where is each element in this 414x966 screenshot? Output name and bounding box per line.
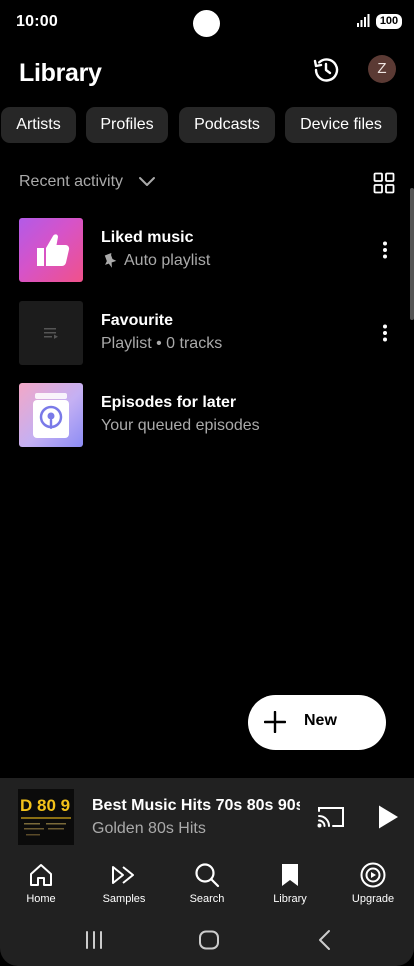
- pin-icon: [104, 253, 117, 268]
- screen: 10:00 100 Library Z Artists Profiles Pod…: [0, 0, 414, 966]
- grid-view-icon[interactable]: [373, 172, 395, 194]
- scrollbar[interactable]: [410, 188, 414, 320]
- battery-indicator: 100: [376, 14, 402, 29]
- avatar[interactable]: Z: [368, 55, 396, 83]
- playlist-icon: [44, 328, 58, 339]
- library-header: Library Z: [0, 52, 414, 96]
- home-button-icon[interactable]: [197, 928, 221, 952]
- list-item-liked-music[interactable]: Liked music Auto playlist: [0, 218, 414, 282]
- player-track-title: Best Music Hits 70s 80s 90s: [92, 797, 300, 814]
- list-item-favourite[interactable]: Favourite Playlist • 0 tracks: [0, 301, 414, 365]
- mini-player[interactable]: D 80 9 Best Music Hits 70s 80s 90s Golde…: [0, 778, 414, 855]
- album-art-text: D 80 9: [20, 796, 70, 815]
- nav-samples[interactable]: Samples: [83, 861, 165, 913]
- item-title: Liked music: [101, 229, 194, 246]
- nav-upgrade-label: Upgrade: [351, 893, 395, 905]
- samples-icon: [112, 866, 134, 884]
- page-title: Library: [19, 59, 102, 87]
- favourite-thumbnail: [19, 301, 83, 365]
- item-subtitle: Playlist • 0 tracks: [101, 335, 223, 352]
- player-track-subtitle: Golden 80s Hits: [92, 820, 206, 837]
- upgrade-icon: [360, 862, 386, 888]
- back-icon[interactable]: [313, 928, 337, 952]
- sort-label: Recent activity: [19, 173, 124, 190]
- plus-icon: [264, 711, 286, 733]
- status-time: 10:00: [16, 13, 58, 30]
- system-nav-bar: [0, 915, 414, 966]
- nav-search[interactable]: Search: [166, 861, 248, 913]
- camera-cutout: [193, 10, 220, 37]
- list-item-episodes-for-later[interactable]: Episodes for later Your queued episodes: [0, 383, 414, 447]
- sort-dropdown[interactable]: Recent activity: [19, 168, 155, 196]
- status-bar: 10:00 100: [0, 0, 414, 46]
- chevron-down-icon: [139, 177, 155, 186]
- bottom-nav: Home Samples Search Library Upgrade: [0, 855, 414, 915]
- play-icon[interactable]: [376, 804, 400, 830]
- thumbs-up-icon: [37, 234, 70, 266]
- nav-search-label: Search: [189, 893, 225, 905]
- nav-upgrade[interactable]: Upgrade: [332, 861, 414, 913]
- item-subtitle: Auto playlist: [124, 252, 211, 269]
- item-title: Favourite: [101, 312, 174, 329]
- item-subtitle: Your queued episodes: [101, 417, 260, 434]
- signal-icon: [357, 14, 370, 27]
- recent-apps-icon[interactable]: [82, 928, 106, 952]
- new-button[interactable]: New: [248, 695, 386, 750]
- chip-podcasts[interactable]: Podcasts: [179, 107, 275, 143]
- album-art: D 80 9: [18, 789, 74, 845]
- chip-artists[interactable]: Artists: [1, 107, 76, 143]
- episodes-thumbnail: [19, 383, 83, 447]
- search-icon: [195, 863, 220, 888]
- more-vert-icon[interactable]: [375, 240, 395, 260]
- history-icon[interactable]: [311, 55, 341, 85]
- new-button-label: New: [304, 712, 337, 729]
- item-title: Episodes for later: [101, 394, 237, 411]
- nav-library-label: Library: [273, 893, 307, 905]
- more-vert-icon[interactable]: [375, 323, 395, 343]
- nav-home[interactable]: Home: [0, 861, 82, 913]
- album-art-image: D 80 9: [18, 789, 74, 845]
- library-icon: [282, 864, 298, 886]
- liked-music-thumbnail: [19, 218, 83, 282]
- nav-home-label: Home: [26, 893, 56, 905]
- cast-icon[interactable]: [317, 805, 345, 829]
- nav-samples-label: Samples: [102, 893, 146, 905]
- chip-profiles[interactable]: Profiles: [86, 107, 168, 143]
- home-icon: [30, 864, 52, 886]
- nav-library[interactable]: Library: [249, 861, 331, 913]
- chip-device-files[interactable]: Device files: [285, 107, 397, 143]
- podcast-icon: [33, 393, 69, 438]
